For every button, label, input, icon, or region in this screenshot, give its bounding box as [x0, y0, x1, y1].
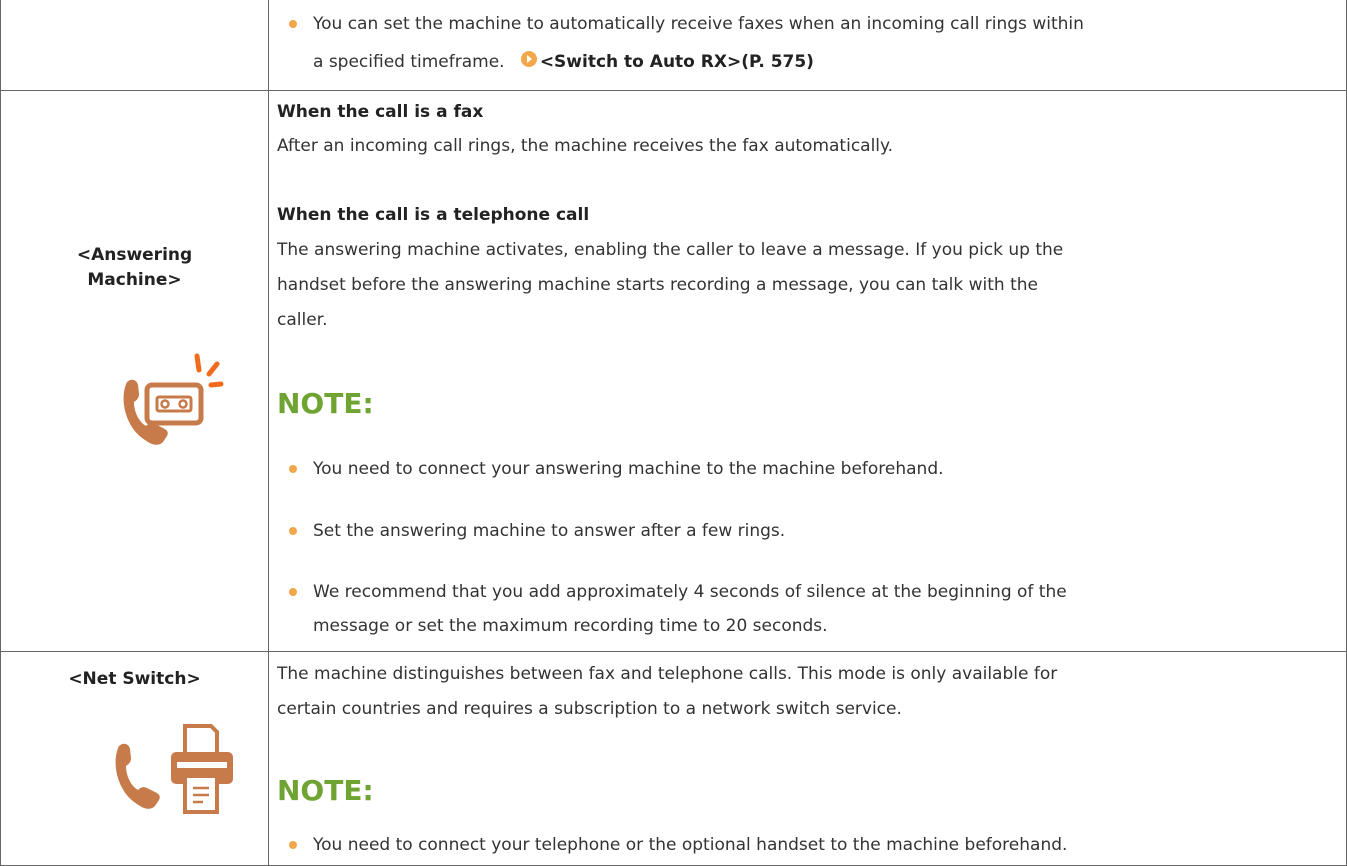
net-switch-desc-line2: certain countries and requires a subscri…	[277, 699, 902, 719]
note-item: We recommend that you add approximately …	[313, 582, 1067, 602]
telephone-call-text-line1: The answering machine activates, enablin…	[277, 240, 1064, 260]
answering-machine-label-line2: Machine>	[87, 270, 182, 290]
note-heading: NOTE:	[277, 774, 374, 807]
row-divider	[0, 651, 1346, 652]
fax-call-text: After an incoming call rings, the machin…	[277, 136, 894, 156]
bullet-icon	[289, 465, 297, 473]
auto-rx-bullet-text-cont: a specified timeframe. <Switch to Auto R…	[313, 50, 814, 74]
bullet-icon	[289, 588, 297, 596]
switch-to-auto-rx-link[interactable]: <Switch to Auto RX>(P. 575)	[540, 52, 814, 72]
phone-printer-svg	[115, 724, 233, 814]
fax-mode-table: You can set the machine to automatically…	[0, 0, 1347, 866]
phone-cassette-svg	[123, 353, 224, 445]
column-divider	[268, 0, 269, 866]
printer-icon	[171, 724, 233, 814]
net-switch-icon	[105, 718, 235, 823]
note-item: You need to connect your answering machi…	[313, 459, 944, 479]
note-heading: NOTE:	[277, 387, 374, 420]
fax-call-heading: When the call is a fax	[277, 102, 484, 122]
answering-machine-label-line1: <Answering	[76, 245, 193, 265]
auto-rx-bullet-text: You can set the machine to automatically…	[313, 14, 1084, 34]
bullet-icon	[289, 527, 297, 535]
net-switch-desc-line1: The machine distinguishes between fax an…	[277, 664, 1058, 684]
ring-lines-icon	[194, 353, 224, 388]
bullet-icon	[289, 20, 297, 28]
bullet-icon	[289, 841, 297, 849]
auto-rx-bullet-text-line2: a specified timeframe.	[313, 52, 505, 72]
note-item: You need to connect your telephone or th…	[313, 835, 1068, 855]
phone-icon	[115, 743, 160, 809]
note-item: Set the answering machine to answer afte…	[313, 521, 786, 541]
row-divider	[0, 90, 1346, 91]
answering-machine-icon	[117, 340, 227, 455]
note-item-cont: message or set the maximum recording tim…	[313, 616, 828, 636]
telephone-call-text-line3: caller.	[277, 310, 328, 330]
answering-machine-label: <Answering Machine>	[1, 243, 268, 293]
telephone-call-heading: When the call is a telephone call	[277, 205, 590, 225]
cassette-tape-icon	[144, 382, 204, 426]
telephone-call-text-line2: handset before the answering machine sta…	[277, 275, 1038, 295]
link-arrow-icon	[520, 50, 537, 74]
table-left-border	[0, 0, 1, 866]
net-switch-label: <Net Switch>	[68, 669, 201, 689]
